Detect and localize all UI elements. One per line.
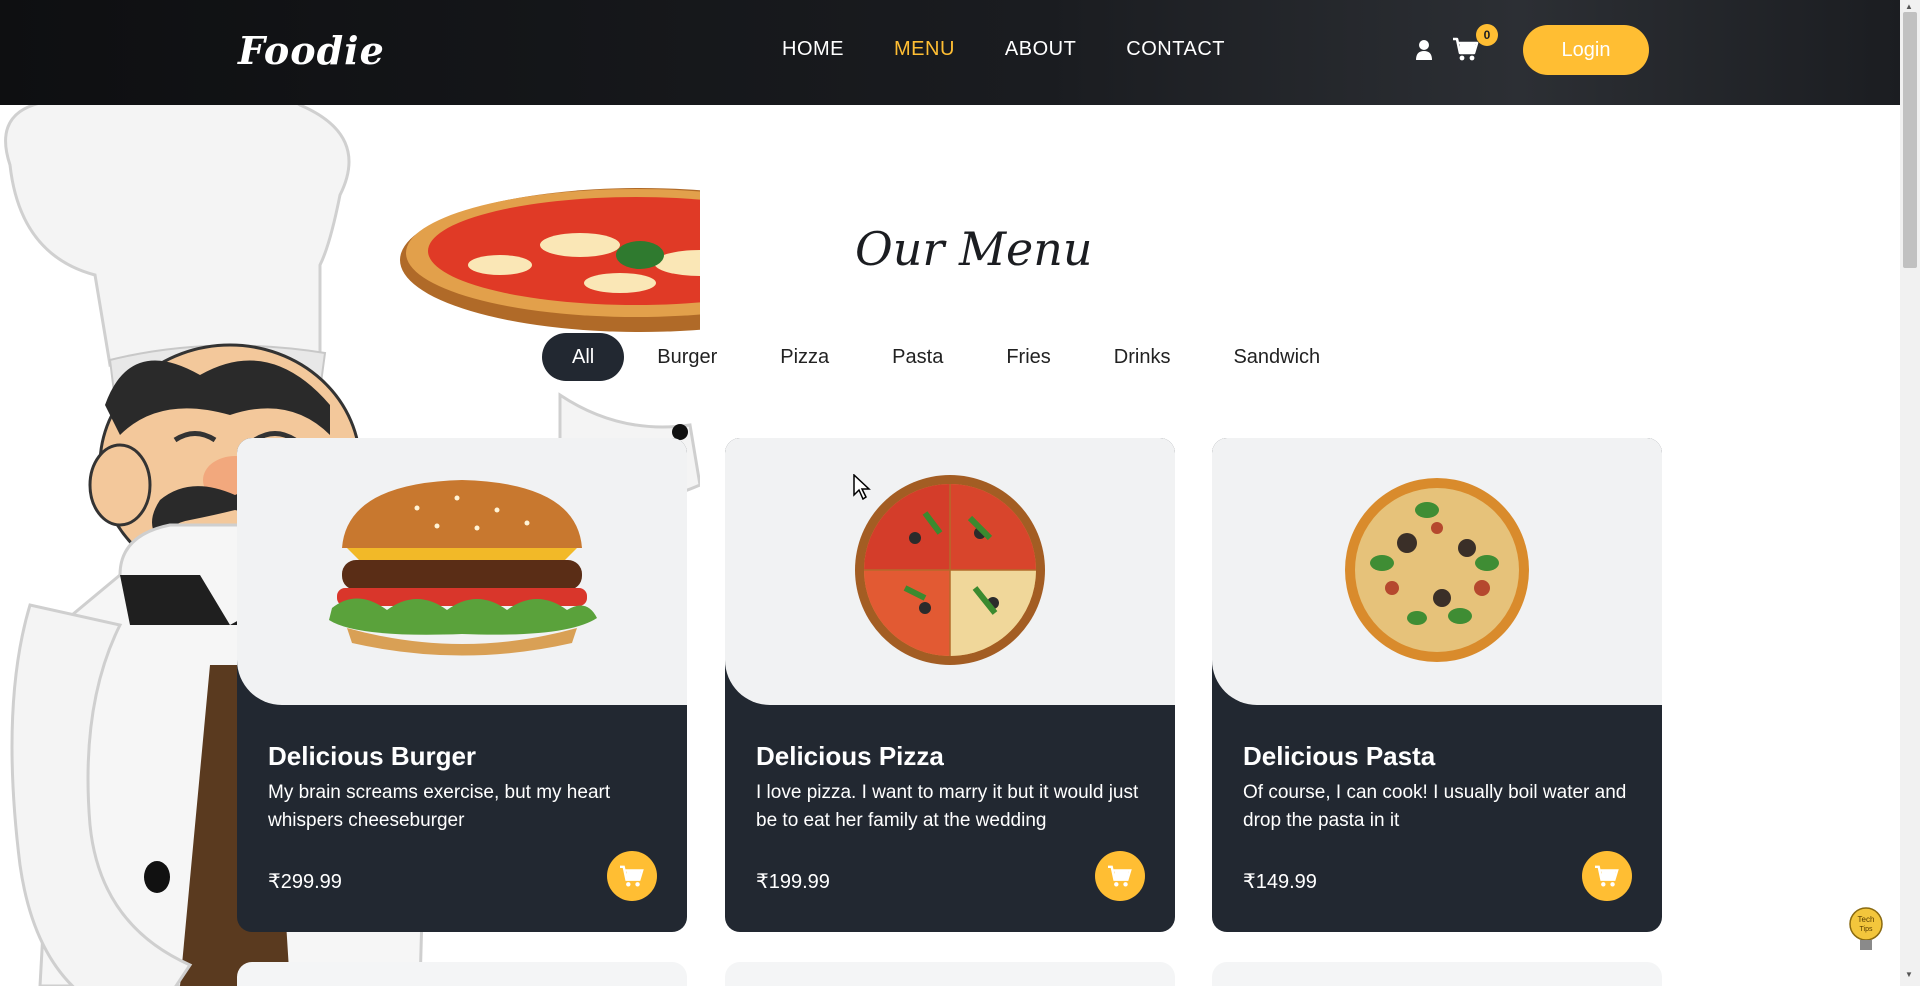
card-title: Delicious Pizza xyxy=(756,741,944,771)
add-to-cart-button[interactable] xyxy=(1095,851,1145,901)
filter-sandwich[interactable]: Sandwich xyxy=(1203,333,1350,381)
card-body: Delicious Pizza I love pizza. I want to … xyxy=(725,705,1175,932)
cart-icon xyxy=(1108,865,1132,887)
card-image-area xyxy=(725,438,1175,705)
filter-pizza[interactable]: Pizza xyxy=(750,333,859,381)
menu-card-next-row xyxy=(725,962,1175,986)
menu-card-pasta: Delicious Pasta Of course, I can cook! I… xyxy=(1212,438,1662,932)
nav-links: HOME MENU ABOUT CONTACT xyxy=(782,38,1275,61)
add-to-cart-button[interactable] xyxy=(607,851,657,901)
card-body: Delicious Burger My brain screams exerci… xyxy=(237,705,687,932)
menu-filters: All Burger Pizza Pasta Fries Drinks Sand… xyxy=(542,333,1353,381)
card-price: ₹199.99 xyxy=(756,871,830,893)
mouse-cursor-icon xyxy=(853,474,871,500)
cart-icon[interactable] xyxy=(1452,36,1480,62)
login-button[interactable]: Login xyxy=(1523,25,1649,75)
scrollbar[interactable]: ▲ ▼ xyxy=(1900,0,1920,986)
cart-count-badge: 0 xyxy=(1476,24,1498,46)
card-body: Delicious Pasta Of course, I can cook! I… xyxy=(1212,705,1662,932)
menu-card-next-row xyxy=(237,962,687,986)
scroll-down-arrow-icon[interactable]: ▼ xyxy=(1905,970,1913,979)
filter-all[interactable]: All xyxy=(542,333,625,381)
filter-burger[interactable]: Burger xyxy=(627,333,747,381)
nav-link-menu[interactable]: MENU xyxy=(894,38,955,61)
nav-link-contact[interactable]: CONTACT xyxy=(1126,38,1225,61)
menu-card-pizza: Delicious Pizza I love pizza. I want to … xyxy=(725,438,1175,932)
user-icon[interactable] xyxy=(1413,38,1435,62)
nav-link-about[interactable]: ABOUT xyxy=(1005,38,1076,61)
card-title: Delicious Burger xyxy=(268,741,477,771)
scroll-thumb[interactable] xyxy=(1903,12,1917,268)
filter-drinks[interactable]: Drinks xyxy=(1084,333,1201,381)
card-description: I love pizza. I want to marry it but it … xyxy=(756,782,1139,831)
card-description: My brain screams exercise, but my heart … xyxy=(268,782,611,831)
menu-title: Our Menu xyxy=(855,222,1093,276)
filter-fries[interactable]: Fries xyxy=(976,333,1080,381)
card-price: ₹299.99 xyxy=(268,871,342,893)
burger-image xyxy=(329,480,597,656)
cart-icon xyxy=(620,865,644,887)
svg-text:Tips: Tips xyxy=(1860,926,1873,933)
card-image-area xyxy=(237,438,687,705)
logo[interactable]: Foodie xyxy=(238,28,385,73)
menu-card-next-row xyxy=(1212,962,1662,986)
pizza-image xyxy=(855,475,1045,665)
card-price: ₹149.99 xyxy=(1243,871,1317,893)
card-image-area xyxy=(1212,438,1662,705)
filter-pasta[interactable]: Pasta xyxy=(862,333,973,381)
cart-icon xyxy=(1595,865,1619,887)
menu-card-burger: Delicious Burger My brain screams exerci… xyxy=(237,438,687,932)
svg-text:Tech: Tech xyxy=(1858,915,1875,924)
pasta-image xyxy=(1345,478,1529,662)
nav-link-home[interactable]: HOME xyxy=(782,38,844,61)
scroll-up-arrow-icon[interactable]: ▲ xyxy=(1905,2,1913,11)
navbar: Foodie HOME MENU ABOUT CONTACT 0 Login xyxy=(0,0,1900,105)
card-description: Of course, I can cook! I usually boil wa… xyxy=(1243,782,1627,831)
tech-tips-watermark-icon: Tech Tips xyxy=(1849,907,1883,950)
add-to-cart-button[interactable] xyxy=(1582,851,1632,901)
card-title: Delicious Pasta xyxy=(1243,741,1436,771)
